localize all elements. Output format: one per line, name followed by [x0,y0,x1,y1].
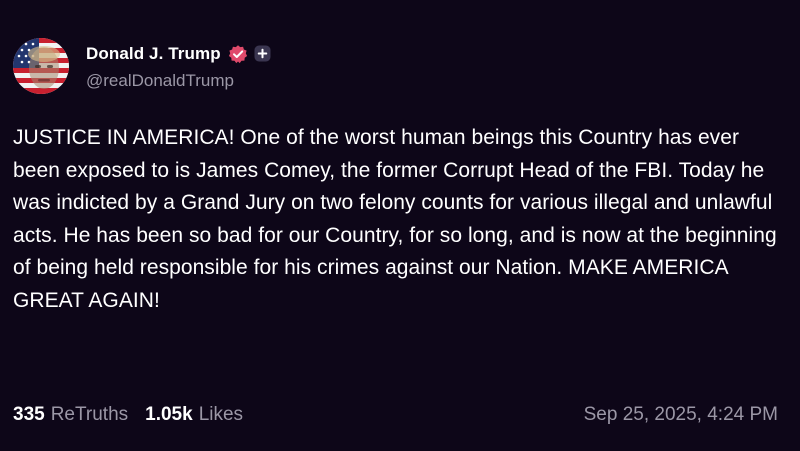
retruths-count: 335 [13,404,45,425]
truth-post: Donald J. Trump @realDonaldTrump JUSTICE… [0,0,800,451]
post-timestamp[interactable]: Sep 25, 2025, 4:24 PM [584,404,778,426]
post-text: JUSTICE IN AMERICA! One of the worst hum… [13,126,777,312]
post-stats: 335 ReTruths 1.05k Likes [13,404,243,426]
likes-count: 1.05k [145,404,193,425]
likes-label: Likes [198,404,244,425]
author-handle[interactable]: @realDonaldTrump [86,71,271,91]
name-row: Donald J. Trump [86,42,271,66]
avatar-flag-portrait-icon [13,38,69,94]
post-footer: 335 ReTruths 1.05k Likes Sep 25, 2025, 4… [13,400,778,430]
retruths-label: ReTruths [50,404,129,425]
author-info: Donald J. Trump @realDonaldTrump [86,42,271,91]
display-name[interactable]: Donald J. Trump [86,44,221,64]
avatar[interactable] [13,38,69,94]
likes-stat[interactable]: 1.05k Likes [145,404,243,426]
post-header: Donald J. Trump @realDonaldTrump [13,37,271,95]
verified-badge-icon [228,44,248,64]
plus-icon[interactable] [254,45,271,62]
retruths-stat[interactable]: 335 ReTruths [13,404,128,426]
